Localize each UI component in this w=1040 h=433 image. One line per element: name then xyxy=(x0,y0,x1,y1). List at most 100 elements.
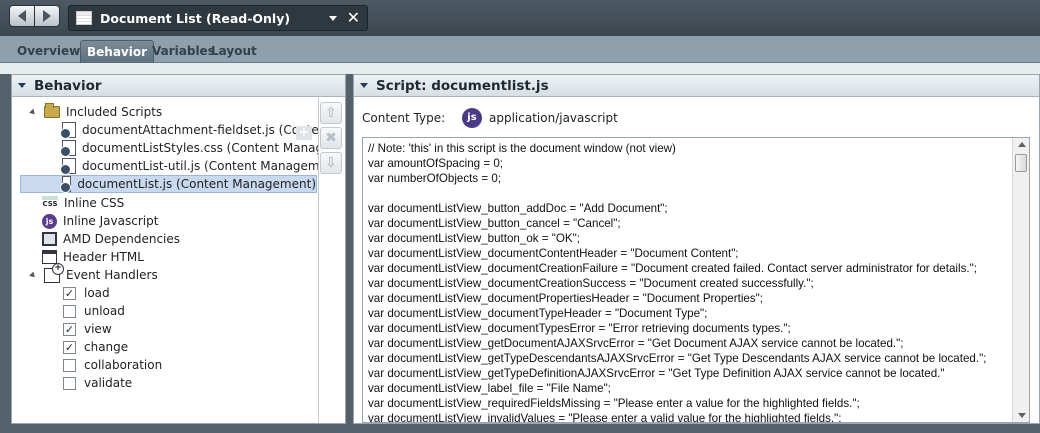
code-line: var documentListView_invalidValues = "Pl… xyxy=(368,412,842,423)
tree-item-inline-css[interactable]: CSS Inline CSS xyxy=(42,194,124,212)
event-label: collaboration xyxy=(84,358,163,372)
event-view[interactable]: view xyxy=(63,320,112,338)
tree-item-label: Included Scripts xyxy=(66,105,163,119)
content-type-row: Content Type: js application/javascript xyxy=(362,108,618,128)
code-line: var documentListView_getTypeDefinitionAJ… xyxy=(368,367,945,380)
arrow-right-icon xyxy=(43,10,51,22)
forward-button[interactable] xyxy=(34,5,60,27)
script-order-tools: ⇧ ✖ ⇩ xyxy=(320,102,346,177)
code-line: var amountOfSpacing = 0; xyxy=(368,157,504,170)
event-label: change xyxy=(84,340,129,354)
event-checkbox[interactable] xyxy=(63,304,76,318)
tree-item-included-scripts[interactable]: Included Scripts xyxy=(29,103,163,121)
tree-item-label: AMD Dependencies xyxy=(63,232,181,246)
code-line: var documentListView_button_addDoc = "Ad… xyxy=(368,202,668,215)
tree-item-script[interactable]: documentList-util.js (Content Management xyxy=(60,157,318,175)
tree-item-label: documentList-util.js (Content Management xyxy=(82,159,318,173)
content-type-label: Content Type: xyxy=(362,111,446,125)
chevron-down-icon[interactable] xyxy=(328,15,337,21)
event-checkbox[interactable] xyxy=(63,340,76,354)
code-line: var documentListView_button_ok = "OK"; xyxy=(368,232,580,245)
tab-layout[interactable]: Layout xyxy=(205,40,263,63)
event-change[interactable]: change xyxy=(63,338,128,356)
move-up-button[interactable]: ⇧ xyxy=(320,102,342,124)
folder-icon xyxy=(44,103,60,118)
vertical-scrollbar[interactable] xyxy=(1012,138,1029,422)
code-line: var documentListView_documentTypeHeader … xyxy=(368,307,708,320)
event-checkbox[interactable] xyxy=(63,358,76,372)
tab-overview[interactable]: Overview xyxy=(11,40,86,63)
expand-triangle-icon[interactable] xyxy=(29,271,37,279)
tree-item-label: documentAttachment-fieldset.js (Content … xyxy=(82,123,318,137)
javascript-icon: js xyxy=(462,108,482,128)
tree-item-amd-dependencies[interactable]: AMD Dependencies xyxy=(42,230,180,248)
event-load[interactable]: load xyxy=(63,284,110,302)
tree-item-inline-javascript[interactable]: js Inline Javascript xyxy=(42,212,158,230)
tab-behavior[interactable]: Behavior xyxy=(80,40,155,63)
scroll-down-icon[interactable] xyxy=(1018,413,1026,418)
script-panel-header[interactable]: Script: documentlist.js xyxy=(354,75,1039,97)
back-button[interactable] xyxy=(9,5,35,27)
remove-button[interactable]: ✖ xyxy=(320,127,342,149)
code-line: var documentListView_documentCreationSuc… xyxy=(368,277,814,290)
move-down-button[interactable]: ⇩ xyxy=(320,152,342,174)
behavior-panel: Behavior Included Scripts documentAttach… xyxy=(11,74,346,424)
event-label: load xyxy=(84,286,110,300)
event-validate[interactable]: validate xyxy=(63,374,132,392)
tree-item-event-handlers[interactable]: Event Handlers xyxy=(29,262,158,284)
content-type-value: application/javascript xyxy=(489,111,618,125)
add-script-icon[interactable]: + xyxy=(296,126,312,140)
arrow-up-icon: ⇧ xyxy=(325,105,337,121)
tree-item-label: Event Handlers xyxy=(66,268,158,282)
code-line: var documentListView_documentCreationFai… xyxy=(368,262,977,275)
behavior-tree: Included Scripts documentAttachment-fiel… xyxy=(12,98,318,423)
tree-item-label: Inline CSS xyxy=(64,196,125,210)
script-panel: Script: documentlist.js Content Type: js… xyxy=(353,74,1040,424)
code-editor[interactable]: // Note: 'this' in this script is the do… xyxy=(362,137,1030,423)
tree-item-script-selected[interactable]: documentList.js (Content Management) xyxy=(20,175,317,193)
scroll-thumb[interactable] xyxy=(1015,154,1027,172)
tree-item-script[interactable]: documentListStyles.css (Content Manageme xyxy=(60,139,318,157)
scroll-up-icon[interactable] xyxy=(1018,142,1026,147)
code-line: var documentListView_getTypeDescendantsA… xyxy=(368,352,987,365)
top-toolbar: Document List (Read-Only) ✕ xyxy=(0,0,1040,36)
code-text[interactable]: // Note: 'this' in this script is the do… xyxy=(368,141,1011,423)
tree-divider xyxy=(318,98,319,423)
tree-item-label: documentList.js (Content Management) xyxy=(77,177,316,191)
code-line: var documentListView_documentPropertiesH… xyxy=(368,292,763,305)
code-line: var documentListView_requiredFieldsMissi… xyxy=(368,397,860,410)
html-header-icon xyxy=(42,250,57,264)
remove-x-icon: ✖ xyxy=(325,130,337,146)
event-checkbox[interactable] xyxy=(63,286,76,300)
code-line: var documentListView_getDocumentAJAXSrvc… xyxy=(368,337,904,350)
event-unload[interactable]: unload xyxy=(63,302,125,320)
tree-item-script[interactable]: documentAttachment-fieldset.js (Content … xyxy=(60,121,318,139)
arrow-down-icon: ⇩ xyxy=(325,155,337,171)
event-checkbox[interactable] xyxy=(63,322,76,336)
code-line: var documentListView_button_cancel = "Ca… xyxy=(368,217,621,230)
script-file-icon xyxy=(59,176,72,193)
code-line: var documentListView_documentContentHead… xyxy=(368,247,739,260)
code-line: var documentListView_documentTypesError … xyxy=(368,322,791,335)
script-file-icon xyxy=(60,158,76,175)
event-checkbox[interactable] xyxy=(63,376,76,390)
tree-item-label: Inline Javascript xyxy=(63,214,159,228)
script-file-icon xyxy=(60,122,76,139)
content-background xyxy=(0,63,1040,74)
behavior-panel-header[interactable]: Behavior xyxy=(12,75,345,97)
css-icon: CSS xyxy=(42,195,58,211)
document-selector[interactable]: Document List (Read-Only) ✕ xyxy=(68,5,368,31)
event-handlers-icon xyxy=(44,262,64,283)
behavior-panel-title: Behavior xyxy=(34,77,102,94)
event-collaboration[interactable]: collaboration xyxy=(63,356,162,374)
document-title: Document List (Read-Only) xyxy=(100,10,291,26)
document-window-icon xyxy=(76,11,92,25)
close-icon[interactable]: ✕ xyxy=(347,10,360,26)
script-panel-title: Script: documentlist.js xyxy=(376,77,549,94)
arrow-left-icon xyxy=(18,10,26,22)
event-label: unload xyxy=(84,304,125,318)
tree-item-label: Header HTML xyxy=(63,250,144,264)
collapse-caret-icon xyxy=(360,83,368,88)
expand-triangle-icon[interactable] xyxy=(29,108,37,116)
dependencies-icon xyxy=(42,232,57,246)
